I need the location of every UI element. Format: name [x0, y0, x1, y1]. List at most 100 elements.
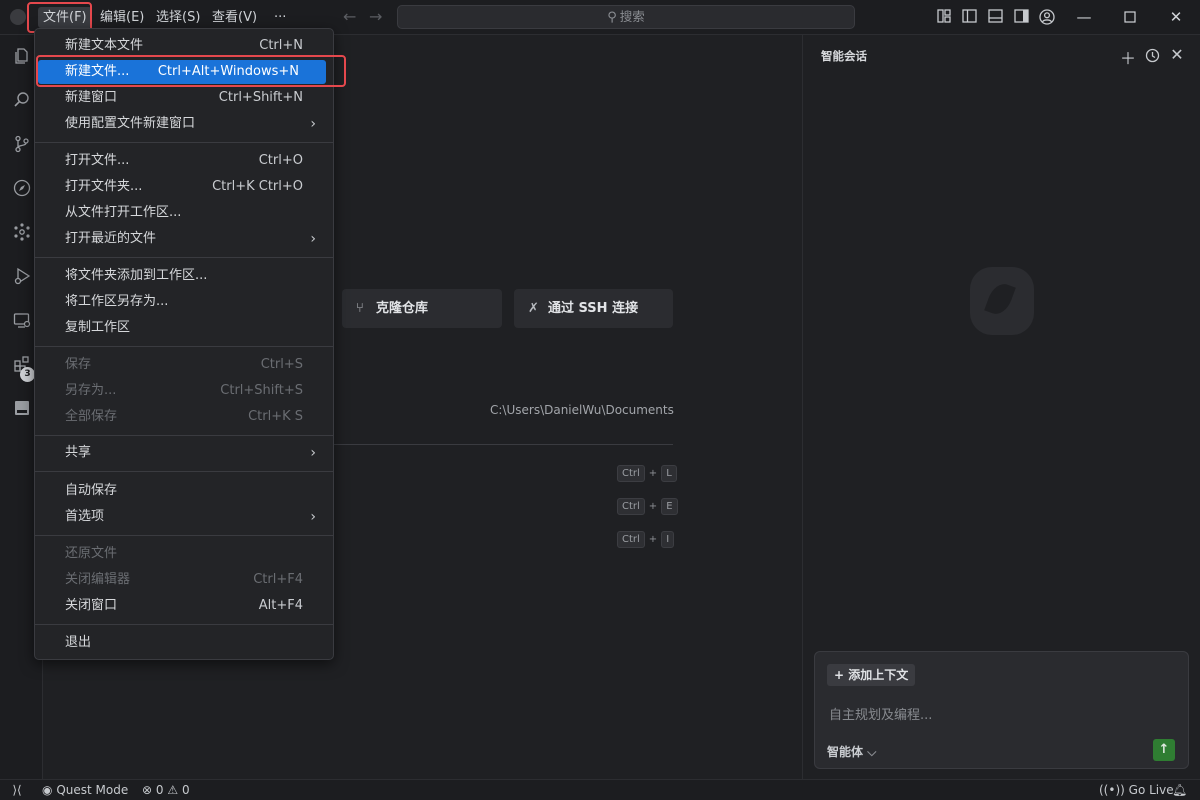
menu-auto-save[interactable]: 自动保存 [38, 479, 330, 503]
toggle-primary-sidebar-icon[interactable] [961, 9, 977, 25]
menu-selection[interactable]: 选择(S) [156, 9, 200, 27]
search-label: 搜索 [619, 9, 645, 24]
menu-separator [35, 624, 333, 625]
chat-title: 智能会话 [821, 49, 867, 63]
menu-share[interactable]: 共享 › [38, 441, 330, 465]
kbd-ctrl: Ctrl [617, 465, 645, 482]
menu-open-workspace-from-file[interactable]: 从文件打开工作区... [38, 201, 330, 225]
kbd-ctrl: Ctrl [617, 498, 645, 515]
broadcast-icon: ((•)) [1099, 783, 1125, 797]
menu-save-all: 全部保存 Ctrl+K S [65, 409, 303, 424]
shortcut-row: Ctrl + I [617, 531, 675, 548]
menu-separator [35, 535, 333, 536]
git-branch-icon: ⑂ [356, 301, 364, 316]
compass-icon[interactable] [12, 179, 32, 199]
menu-separator [35, 435, 333, 436]
menu-save: 保存 Ctrl+S [65, 357, 303, 372]
account-icon[interactable] [1039, 9, 1055, 25]
menu-separator [35, 471, 333, 472]
file-menu-dropdown: 新建文本文件 Ctrl+N 新建文件... Ctrl+Alt+Windows+N 新… [34, 28, 334, 660]
menu-close-editor: 关闭编辑器 Ctrl+F4 [65, 572, 303, 587]
menu-edit[interactable]: 编辑(E) [100, 9, 144, 27]
kbd-ctrl: Ctrl [617, 531, 645, 548]
menu-more-icon[interactable]: ··· [274, 9, 286, 27]
menu-open-file[interactable]: 打开文件... Ctrl+O [38, 149, 330, 173]
kbd-key: E [661, 498, 678, 515]
menu-preferences[interactable]: 首选项 › [38, 505, 330, 529]
menu-new-window-with-profile[interactable]: 使用配置文件新建窗口 › [38, 112, 330, 136]
menu-open-recent[interactable]: 打开最近的文件 › [38, 227, 330, 251]
divider [334, 444, 673, 445]
menu-exit[interactable]: 退出 [38, 631, 330, 655]
problems-item[interactable]: ⊗ 0 ⚠ 0 [142, 782, 190, 799]
chevron-right-icon: › [310, 116, 316, 132]
command-search-box[interactable]: ⚲ 搜索 [397, 5, 855, 29]
source-control-icon[interactable] [12, 135, 32, 155]
menu-open-folder[interactable]: 打开文件夹... Ctrl+K Ctrl+O [38, 175, 330, 199]
run-debug-icon[interactable] [12, 267, 32, 287]
search-icon: ⚲ [607, 10, 617, 25]
toggle-secondary-sidebar-icon[interactable] [1013, 9, 1029, 25]
chat-logo-icon [970, 267, 1034, 335]
chevron-right-icon: › [310, 231, 316, 247]
menu-separator [35, 257, 333, 258]
chevron-right-icon: › [310, 509, 316, 525]
chevron-right-icon: › [310, 445, 316, 461]
extensions-hub-icon[interactable] [12, 223, 32, 243]
go-live-item[interactable]: ((•)) Go Live [1099, 782, 1174, 799]
plus-icon: + [834, 668, 845, 682]
highlight-new-file [36, 55, 346, 87]
warning-icon: ⚠ [167, 783, 179, 797]
quest-mode-item[interactable]: ◉ Quest Mode [42, 782, 128, 799]
chat-panel: 智能会话 ＋ ✕ + 添加上下文 自主规划及编程... 智能体 ⌵ ↑ [802, 35, 1200, 779]
search-view-icon[interactable] [12, 91, 32, 111]
agent-mode-select[interactable]: 智能体 ⌵ [827, 743, 876, 760]
menu-view[interactable]: 查看(V) [212, 9, 257, 27]
close-window-icon[interactable]: ✕ [1165, 6, 1187, 28]
terminal-panel-icon[interactable] [12, 399, 32, 419]
remote-indicator-icon[interactable]: ⟩⟨ [0, 780, 34, 800]
history-icon[interactable] [1143, 45, 1161, 67]
clone-repo-button[interactable]: ⑂ 克隆仓库 [342, 289, 502, 328]
status-bar: ⟩⟨ ◉ Quest Mode ⊗ 0 ⚠ 0 ((•)) Go Live 🔔︎ [0, 779, 1200, 800]
remote-connect-icon: ✗ [528, 301, 539, 316]
shortcut-row: Ctrl + L [617, 465, 677, 482]
app-logo-icon [10, 9, 26, 25]
menu-duplicate-workspace[interactable]: 复制工作区 [38, 316, 330, 340]
forward-arrow-icon[interactable]: → [369, 7, 382, 26]
new-chat-icon[interactable]: ＋ [1119, 45, 1137, 69]
back-arrow-icon[interactable]: ← [343, 7, 356, 26]
arrow-up-icon: ↑ [1158, 742, 1170, 757]
menu-revert-file: 还原文件 [65, 546, 118, 561]
remote-explorer-icon[interactable] [12, 311, 32, 331]
explorer-icon[interactable] [12, 47, 32, 67]
menu-save-workspace-as[interactable]: 将工作区另存为... [38, 290, 330, 314]
kbd-key: I [661, 531, 675, 548]
shortcut-row: Ctrl + E [617, 498, 678, 515]
ssh-connect-button[interactable]: ✗ 通过 SSH 连接 [514, 289, 673, 328]
chat-placeholder[interactable]: 自主规划及编程... [829, 704, 932, 723]
chevron-down-icon: ⌵ [867, 745, 877, 759]
toggle-panel-icon[interactable] [987, 9, 1003, 25]
minimize-icon[interactable]: — [1073, 6, 1095, 28]
quest-mode-icon: ◉ [42, 783, 53, 797]
close-panel-icon[interactable]: ✕ [1168, 45, 1186, 64]
error-icon: ⊗ [142, 783, 153, 797]
add-context-button[interactable]: + 添加上下文 [827, 664, 916, 686]
menu-add-folder-to-workspace[interactable]: 将文件夹添加到工作区... [38, 264, 330, 288]
clone-repo-label: 克隆仓库 [376, 301, 429, 316]
send-button[interactable]: ↑ [1153, 739, 1175, 761]
menu-save-as: 另存为... Ctrl+Shift+S [65, 383, 303, 398]
kbd-key: L [661, 465, 677, 482]
recent-folder-path[interactable]: C:\Users\DanielWu\Documents [490, 403, 674, 417]
menu-close-window[interactable]: 关闭窗口 Alt+F4 [38, 594, 330, 618]
ssh-connect-label: 通过 SSH 连接 [548, 301, 639, 316]
menu-new-window[interactable]: 新建窗口 Ctrl+Shift+N [38, 86, 330, 110]
menu-separator [35, 346, 333, 347]
customize-layout-icon[interactable] [936, 9, 952, 25]
notifications-bell-icon[interactable]: 🔔︎ [1172, 782, 1187, 799]
menu-separator [35, 142, 333, 143]
maximize-icon[interactable] [1119, 6, 1141, 28]
extensions-badge: 3 [20, 367, 35, 382]
chat-input-box[interactable]: + 添加上下文 自主规划及编程... 智能体 ⌵ ↑ [814, 651, 1189, 769]
